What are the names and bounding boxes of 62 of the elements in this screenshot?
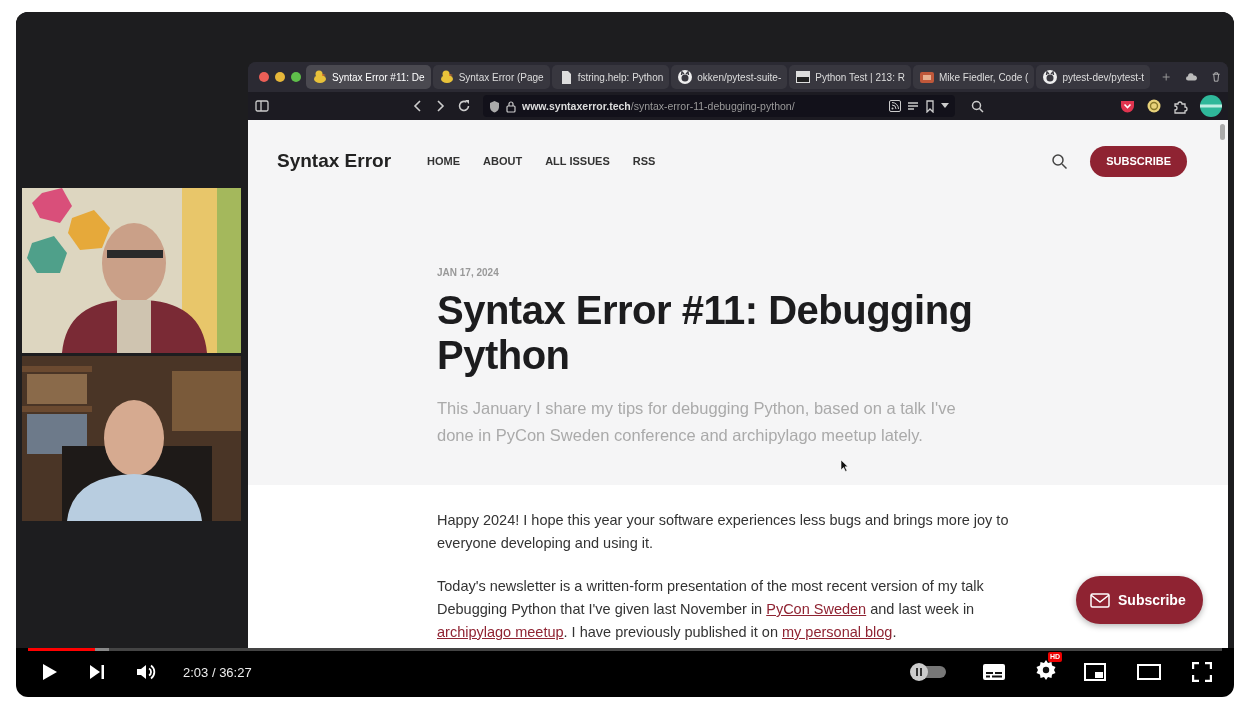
text-link[interactable]: archipylago meetup bbox=[437, 624, 564, 640]
post-date: JAN 17, 2024 bbox=[437, 267, 500, 278]
post-excerpt: This January I share my tips for debugging Python, based on a talk I've done in PyCon Sweden conference and archipylago meetup lately. bbox=[437, 398, 957, 446]
browser-tab[interactable]: Mike Fiedler, Code ( bbox=[912, 65, 1035, 89]
reader-icon[interactable] bbox=[907, 101, 919, 111]
shield-icon bbox=[489, 99, 500, 113]
volume-icon[interactable] bbox=[136, 663, 156, 681]
site-logo[interactable]: Syntax Error bbox=[277, 150, 392, 172]
duck-icon bbox=[312, 69, 328, 85]
mail-icon bbox=[1090, 592, 1110, 608]
extension-badge-icon[interactable] bbox=[1147, 99, 1161, 113]
captions-icon[interactable] bbox=[983, 664, 1005, 680]
progress-bar[interactable] bbox=[28, 648, 1222, 651]
browser-tab[interactable]: pytest-dev/pytest-t bbox=[1036, 65, 1151, 89]
subscribe-button[interactable]: Subscribe bbox=[1076, 576, 1203, 624]
nav-link[interactable]: ALL ISSUES bbox=[545, 155, 610, 167]
nav-link[interactable]: HOME bbox=[427, 155, 461, 167]
rss-icon[interactable] bbox=[889, 100, 901, 112]
miniplayer-icon[interactable] bbox=[1084, 663, 1106, 681]
browser-tab[interactable]: okken/pytest-suite- bbox=[671, 65, 788, 89]
github-icon bbox=[677, 69, 694, 85]
thumbnail-icon bbox=[795, 69, 812, 85]
dropdown-icon[interactable] bbox=[941, 103, 949, 109]
forward-icon[interactable] bbox=[435, 99, 445, 113]
subscribe-button[interactable]: SUBSCRIBE bbox=[1090, 145, 1187, 177]
paragraph: Happy 2024! I hope this year your software experiences less bugs and brings more joy to everyone developing and using it. bbox=[437, 511, 1010, 553]
pocket-icon[interactable] bbox=[1120, 99, 1135, 113]
cloud-icon[interactable] bbox=[1186, 71, 1198, 83]
avatar-icon[interactable] bbox=[1200, 95, 1222, 117]
next-icon[interactable] bbox=[89, 664, 105, 680]
window-controls-icon[interactable] bbox=[258, 71, 304, 83]
trash-icon[interactable] bbox=[1211, 70, 1220, 84]
post-title: Syntax Error #11: Debugging Python bbox=[437, 288, 974, 378]
bookmark-icon[interactable] bbox=[925, 99, 935, 113]
back-icon[interactable] bbox=[413, 99, 423, 113]
text-link[interactable]: my personal blog bbox=[782, 624, 893, 640]
search-icon[interactable] bbox=[1052, 153, 1068, 169]
lock-icon bbox=[506, 99, 516, 113]
browser-tab[interactable]: Python Test | 213: R bbox=[789, 65, 911, 89]
reload-icon[interactable] bbox=[457, 99, 471, 113]
time-display: 2:03 / 36:27 bbox=[183, 664, 252, 680]
thumbnail-icon bbox=[918, 69, 935, 85]
scrollbar-thumb[interactable] bbox=[1220, 124, 1225, 140]
github-icon bbox=[1042, 69, 1059, 85]
browser-tab[interactable]: Syntax Error #11: De bbox=[306, 65, 431, 89]
puzzle-icon[interactable] bbox=[1173, 98, 1188, 114]
theater-mode-icon[interactable] bbox=[1137, 664, 1161, 680]
fullscreen-icon[interactable] bbox=[1192, 662, 1212, 682]
duck-icon bbox=[438, 69, 455, 85]
nav-link[interactable]: RSS bbox=[632, 155, 656, 167]
cursor-icon bbox=[840, 459, 849, 472]
nav-link[interactable]: ABOUT bbox=[483, 155, 523, 167]
settings-icon[interactable] bbox=[1036, 660, 1056, 680]
browser-tab[interactable]: Syntax Error (Page bbox=[432, 65, 550, 89]
new-tab-icon[interactable] bbox=[1162, 71, 1171, 83]
browser-tab[interactable]: fstring.help: Python bbox=[551, 65, 670, 89]
play-icon[interactable] bbox=[42, 663, 58, 681]
sidebar-icon[interactable] bbox=[255, 100, 269, 112]
paragraph: Today's newsletter is a written-form presentation of the most recent version of my talk Debugging Python that I've given last November in PyCon Sweden and last week in archipylago meetup. I have previously published it on my personal blog. bbox=[437, 577, 985, 642]
text-link[interactable]: PyCon Sweden bbox=[766, 601, 867, 617]
search-icon[interactable] bbox=[971, 99, 984, 113]
address-bar[interactable]: www.syntaxerror.tech/syntax-error-11-debugging-python/ bbox=[483, 95, 955, 117]
